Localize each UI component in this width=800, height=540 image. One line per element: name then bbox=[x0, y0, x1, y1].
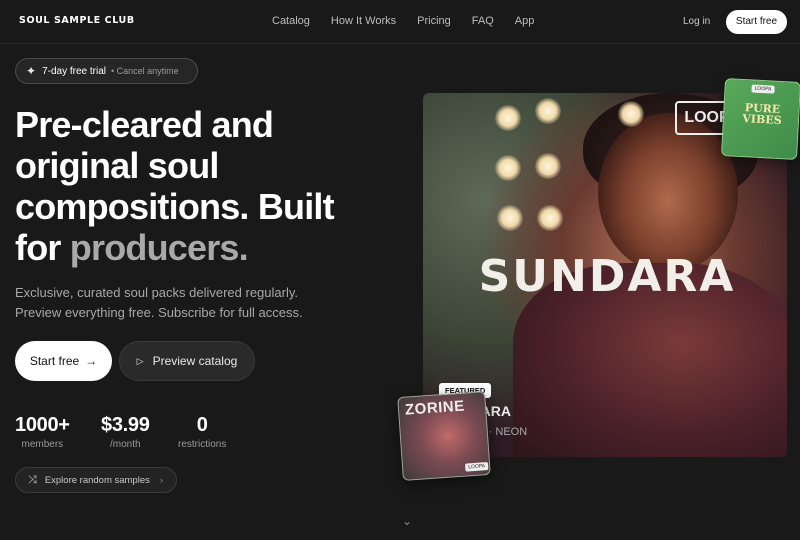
preview-catalog-button[interactable]: ▷ Preview catalog bbox=[119, 341, 255, 381]
nav-how-it-works[interactable]: How It Works bbox=[331, 15, 396, 27]
bulb-light bbox=[535, 153, 561, 179]
brand-logo[interactable]: SOUL SAMPLE CLUB bbox=[19, 15, 135, 26]
bulb-light bbox=[537, 205, 563, 231]
explore-random-samples-button[interactable]: ⤨ Explore random samples › bbox=[15, 467, 177, 493]
nav-app[interactable]: App bbox=[515, 15, 535, 27]
floating-pack-card[interactable]: LOOPA PURE VIBES bbox=[721, 78, 800, 160]
stat-restrictions: 0 restrictions bbox=[178, 414, 226, 450]
stat-label: restrictions bbox=[178, 439, 227, 450]
subtitle-line-1: Exclusive, curated soul packs delivered … bbox=[15, 285, 299, 300]
nav-pricing[interactable]: Pricing bbox=[417, 15, 451, 27]
floating-pack-card-zorine[interactable]: ZORINE LOOPA bbox=[397, 391, 491, 481]
chevron-down-icon[interactable]: ⌄ bbox=[402, 514, 412, 528]
pack-tag: LOOPA bbox=[464, 462, 489, 472]
trial-pill: ✦ 7-day free trial • Cancel anytime bbox=[15, 58, 198, 84]
pack-title: ZORINE bbox=[404, 397, 466, 419]
nav-catalog[interactable]: Catalog bbox=[272, 15, 310, 27]
pack-tag: LOOPA bbox=[751, 84, 775, 94]
stat-value: $3.99 bbox=[101, 414, 150, 436]
shuffle-icon: ⤨ bbox=[28, 473, 37, 486]
hero-headline: Pre-cleared and original soul compositio… bbox=[15, 104, 375, 268]
bulb-light bbox=[535, 98, 561, 124]
start-free-label: Start free bbox=[29, 354, 80, 368]
stat-members: 1000+ members bbox=[15, 414, 70, 450]
nav-faq[interactable]: FAQ bbox=[472, 15, 494, 27]
headline-text-for: for bbox=[15, 227, 61, 268]
stat-price: $3.99 /month bbox=[101, 414, 150, 450]
stat-value: 1000+ bbox=[15, 414, 70, 436]
play-icon: ▷ bbox=[136, 355, 144, 366]
start-free-nav-button[interactable]: Start free bbox=[726, 10, 787, 34]
headline-text: Pre-cleared and original soul compositio… bbox=[15, 104, 335, 227]
stat-value: 0 bbox=[196, 414, 208, 436]
sparkle-icon: ✦ bbox=[26, 64, 37, 78]
headline-accent: producers. bbox=[69, 227, 249, 268]
stat-label: members bbox=[21, 439, 64, 450]
subtitle-line-2: Preview everything free. Subscribe for f… bbox=[15, 305, 303, 320]
login-link[interactable]: Log in bbox=[683, 16, 710, 27]
nav-links: Catalog How It Works Pricing FAQ App bbox=[272, 15, 534, 27]
pack-title: PURE VIBES bbox=[742, 101, 782, 128]
bulb-light bbox=[495, 155, 521, 181]
preview-catalog-label: Preview catalog bbox=[152, 354, 238, 368]
explore-label: Explore random samples bbox=[44, 474, 150, 486]
hero-subtitle: Exclusive, curated soul packs delivered … bbox=[15, 283, 355, 323]
cover-face-shape bbox=[598, 113, 738, 273]
arrow-right-icon: → bbox=[85, 354, 98, 368]
bulb-light bbox=[618, 101, 644, 127]
cancel-text: • Cancel anytime bbox=[110, 66, 179, 76]
trial-text: 7-day free trial bbox=[42, 65, 106, 77]
start-free-button[interactable]: Start free → bbox=[15, 341, 112, 381]
cover-title: SUNDARA bbox=[478, 251, 736, 302]
stat-label: /month bbox=[109, 439, 141, 450]
bulb-light bbox=[497, 205, 523, 231]
top-nav: SOUL SAMPLE CLUB Catalog How It Works Pr… bbox=[0, 0, 800, 44]
bulb-light bbox=[495, 105, 521, 131]
chevron-right-icon: › bbox=[159, 474, 164, 486]
